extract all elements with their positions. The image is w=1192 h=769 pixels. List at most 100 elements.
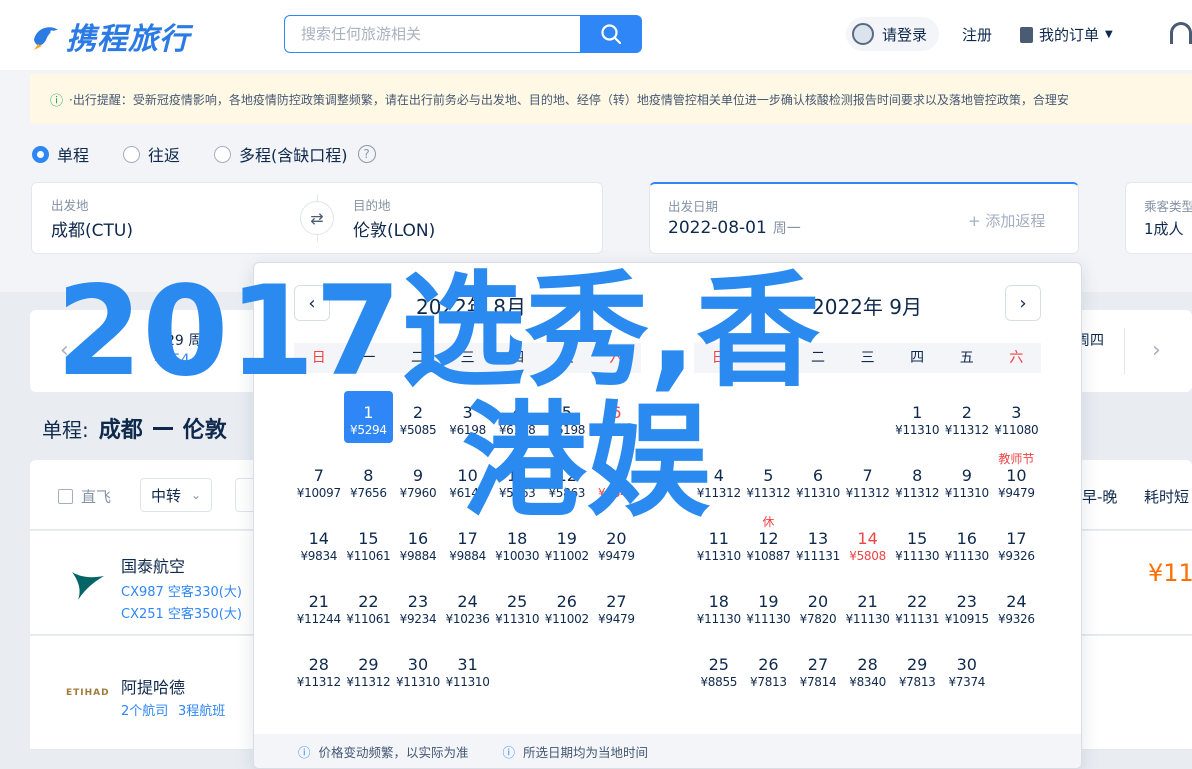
calendar-day[interactable]: 30 ¥11310 bbox=[393, 655, 443, 689]
calendar-day[interactable]: 21 ¥11130 bbox=[843, 592, 893, 626]
flight-number-1[interactable]: CX987 空客330(大) bbox=[121, 581, 242, 600]
direct-only-checkbox[interactable]: 直飞 bbox=[58, 486, 111, 507]
help-icon[interactable]: ? bbox=[357, 145, 376, 163]
sort-early-late[interactable]: 早-晚 bbox=[1082, 486, 1117, 507]
calendar-day[interactable]: 16 ¥9884 bbox=[393, 529, 443, 563]
search-button[interactable] bbox=[580, 15, 642, 53]
calendar-day[interactable]: 14 ¥5808 bbox=[843, 529, 893, 563]
calendar-day[interactable]: 29 ¥11312 bbox=[344, 655, 394, 689]
calendar-day[interactable]: 8 ¥11312 bbox=[892, 466, 942, 500]
day-price: ¥11002 bbox=[544, 612, 589, 626]
my-orders-label: 我的订单 bbox=[1039, 26, 1100, 44]
calendar-day[interactable]: 23 ¥9234 bbox=[393, 592, 443, 626]
day-number: 29 bbox=[907, 655, 928, 674]
transfer-dropdown[interactable]: 中转 ⌄ bbox=[140, 478, 213, 512]
flight-number-2[interactable]: CX251 空客350(大) bbox=[121, 603, 242, 622]
weekday: 四 bbox=[910, 350, 925, 366]
calendar-day[interactable]: 24 ¥9326 bbox=[992, 592, 1042, 626]
calendar-day[interactable]: 2 ¥11312 bbox=[942, 403, 992, 437]
calendar-day[interactable]: 19 ¥11002 bbox=[542, 529, 592, 563]
day-price: ¥11310 bbox=[895, 423, 940, 437]
login-button[interactable]: 请登录 bbox=[846, 17, 940, 51]
to-field[interactable]: 目的地 伦敦(LON) bbox=[318, 182, 603, 254]
date-value: 2022-08-01 bbox=[668, 218, 767, 238]
search-input[interactable] bbox=[284, 15, 580, 53]
calendar-day[interactable]: 17 ¥9326 bbox=[992, 529, 1042, 563]
calendar-day[interactable]: 15 ¥11130 bbox=[892, 529, 942, 563]
radio-multi-city[interactable]: 多程(含缺口程) bbox=[214, 142, 348, 166]
route-arrow bbox=[152, 426, 173, 430]
day-price: ¥11310 bbox=[445, 675, 490, 689]
flight-airline-count[interactable]: 2个航司 bbox=[121, 700, 168, 719]
passenger-value: 1成人 bbox=[1144, 220, 1184, 238]
ctrip-logo[interactable]: 携程旅行 bbox=[30, 14, 190, 58]
calendar-day[interactable]: 9 ¥11310 bbox=[942, 466, 992, 500]
calendar-day[interactable]: 2 ¥5085 bbox=[393, 403, 443, 437]
calendar-day[interactable]: 9 ¥7960 bbox=[393, 466, 443, 500]
register-link[interactable]: 注册 bbox=[962, 24, 992, 45]
calendar-day[interactable]: 13 ¥11131 bbox=[793, 529, 843, 563]
calendar-day[interactable]: 22 ¥11131 bbox=[892, 592, 942, 626]
calendar-day[interactable]: 8 ¥7656 bbox=[344, 466, 394, 500]
calendar-day[interactable]: 18 ¥10030 bbox=[492, 529, 542, 563]
calendar-day[interactable]: 15 ¥11061 bbox=[344, 529, 394, 563]
day-number: 30 bbox=[407, 655, 429, 674]
calendar-day[interactable]: 7 ¥10097 bbox=[294, 466, 344, 500]
calendar-day[interactable]: 19 ¥11130 bbox=[744, 592, 794, 626]
calendar-day[interactable]: 31 ¥11310 bbox=[443, 655, 493, 689]
day-number: 3 bbox=[1011, 403, 1022, 422]
passenger-field[interactable]: 乘客类型 1成人 bbox=[1125, 182, 1192, 254]
calendar-day[interactable]: 28 ¥8340 bbox=[843, 655, 893, 689]
day-number: 19 bbox=[758, 592, 779, 611]
calendar-day[interactable]: 3 ¥11080 bbox=[992, 403, 1042, 437]
calendar-day[interactable]: 6 ¥11310 bbox=[793, 466, 843, 500]
next-month-button[interactable]: › bbox=[1005, 285, 1041, 321]
calendar-day[interactable]: 20 ¥7820 bbox=[793, 592, 843, 626]
calendar-day[interactable]: 20 ¥9479 bbox=[592, 529, 642, 563]
day-price: ¥7813 bbox=[750, 675, 787, 689]
footer-note-time: ⓘ 所选日期均为当地时间 bbox=[503, 742, 649, 761]
calendar-day[interactable]: 27 ¥7814 bbox=[793, 655, 843, 689]
calendar-day[interactable]: 24 ¥10236 bbox=[443, 592, 493, 626]
day-price: ¥10887 bbox=[746, 549, 791, 563]
calendar-day[interactable]: 14 ¥9834 bbox=[294, 529, 344, 563]
strip-next-icon[interactable]: › bbox=[1152, 338, 1161, 363]
day-number: 14 bbox=[857, 529, 878, 548]
calendar-day[interactable]: 18 ¥11130 bbox=[694, 592, 744, 626]
calendar-day[interactable]: 30 ¥7374 bbox=[942, 655, 992, 689]
calendar-day[interactable]: 23 ¥10915 bbox=[942, 592, 992, 626]
calendar-day[interactable]: 5 ¥11312 bbox=[744, 466, 794, 500]
my-orders-menu[interactable]: 我的订单 ▼ bbox=[1020, 24, 1113, 45]
radio-dot bbox=[32, 145, 49, 163]
radio-round-trip[interactable]: 往返 bbox=[123, 142, 180, 166]
day-number: 17 bbox=[1006, 529, 1027, 548]
day-number: 8 bbox=[912, 466, 923, 485]
info-icon: ⓘ bbox=[50, 93, 64, 109]
calendar-day[interactable]: 1 ¥11310 bbox=[892, 403, 942, 437]
add-return-button[interactable]: + 添加返程 bbox=[968, 210, 1045, 231]
headset-icon[interactable] bbox=[1170, 22, 1192, 44]
calendar-day[interactable]: 25 ¥8855 bbox=[694, 655, 744, 689]
calendar-day[interactable]: 7 ¥11312 bbox=[843, 466, 893, 500]
from-field[interactable]: 出发地 成都(CTU) bbox=[31, 182, 317, 254]
calendar-day[interactable]: 27 ¥9479 bbox=[592, 592, 642, 626]
calendar-day[interactable]: 26 ¥7813 bbox=[744, 655, 794, 689]
passenger-label: 乘客类型 bbox=[1144, 199, 1192, 214]
calendar-day[interactable]: 11 ¥11310 bbox=[694, 529, 744, 563]
calendar-day[interactable]: 22 ¥11061 bbox=[344, 592, 394, 626]
calendar-day[interactable]: 21 ¥11244 bbox=[294, 592, 344, 626]
calendar-day[interactable]: 17 ¥9884 bbox=[443, 529, 493, 563]
calendar-day[interactable]: 25 ¥11310 bbox=[492, 592, 542, 626]
flight-segment-count[interactable]: 3程航班 bbox=[178, 700, 225, 719]
day-number: 2 bbox=[961, 403, 972, 422]
calendar-day[interactable]: 教师节 10 ¥9479 bbox=[992, 452, 1042, 500]
calendar-day[interactable]: 休 12 ¥10887 bbox=[744, 515, 794, 563]
sort-shortest[interactable]: 耗时短 bbox=[1144, 486, 1189, 507]
calendar-day[interactable]: 28 ¥11312 bbox=[294, 655, 344, 689]
calendar-day[interactable]: 29 ¥7813 bbox=[892, 655, 942, 689]
day-price: ¥11130 bbox=[944, 549, 989, 563]
calendar-day[interactable]: 16 ¥11130 bbox=[942, 529, 992, 563]
calendar-day[interactable]: 26 ¥11002 bbox=[542, 592, 592, 626]
swap-cities-button[interactable]: ⇄ bbox=[300, 201, 334, 235]
radio-one-way[interactable]: 单程 bbox=[32, 142, 89, 166]
